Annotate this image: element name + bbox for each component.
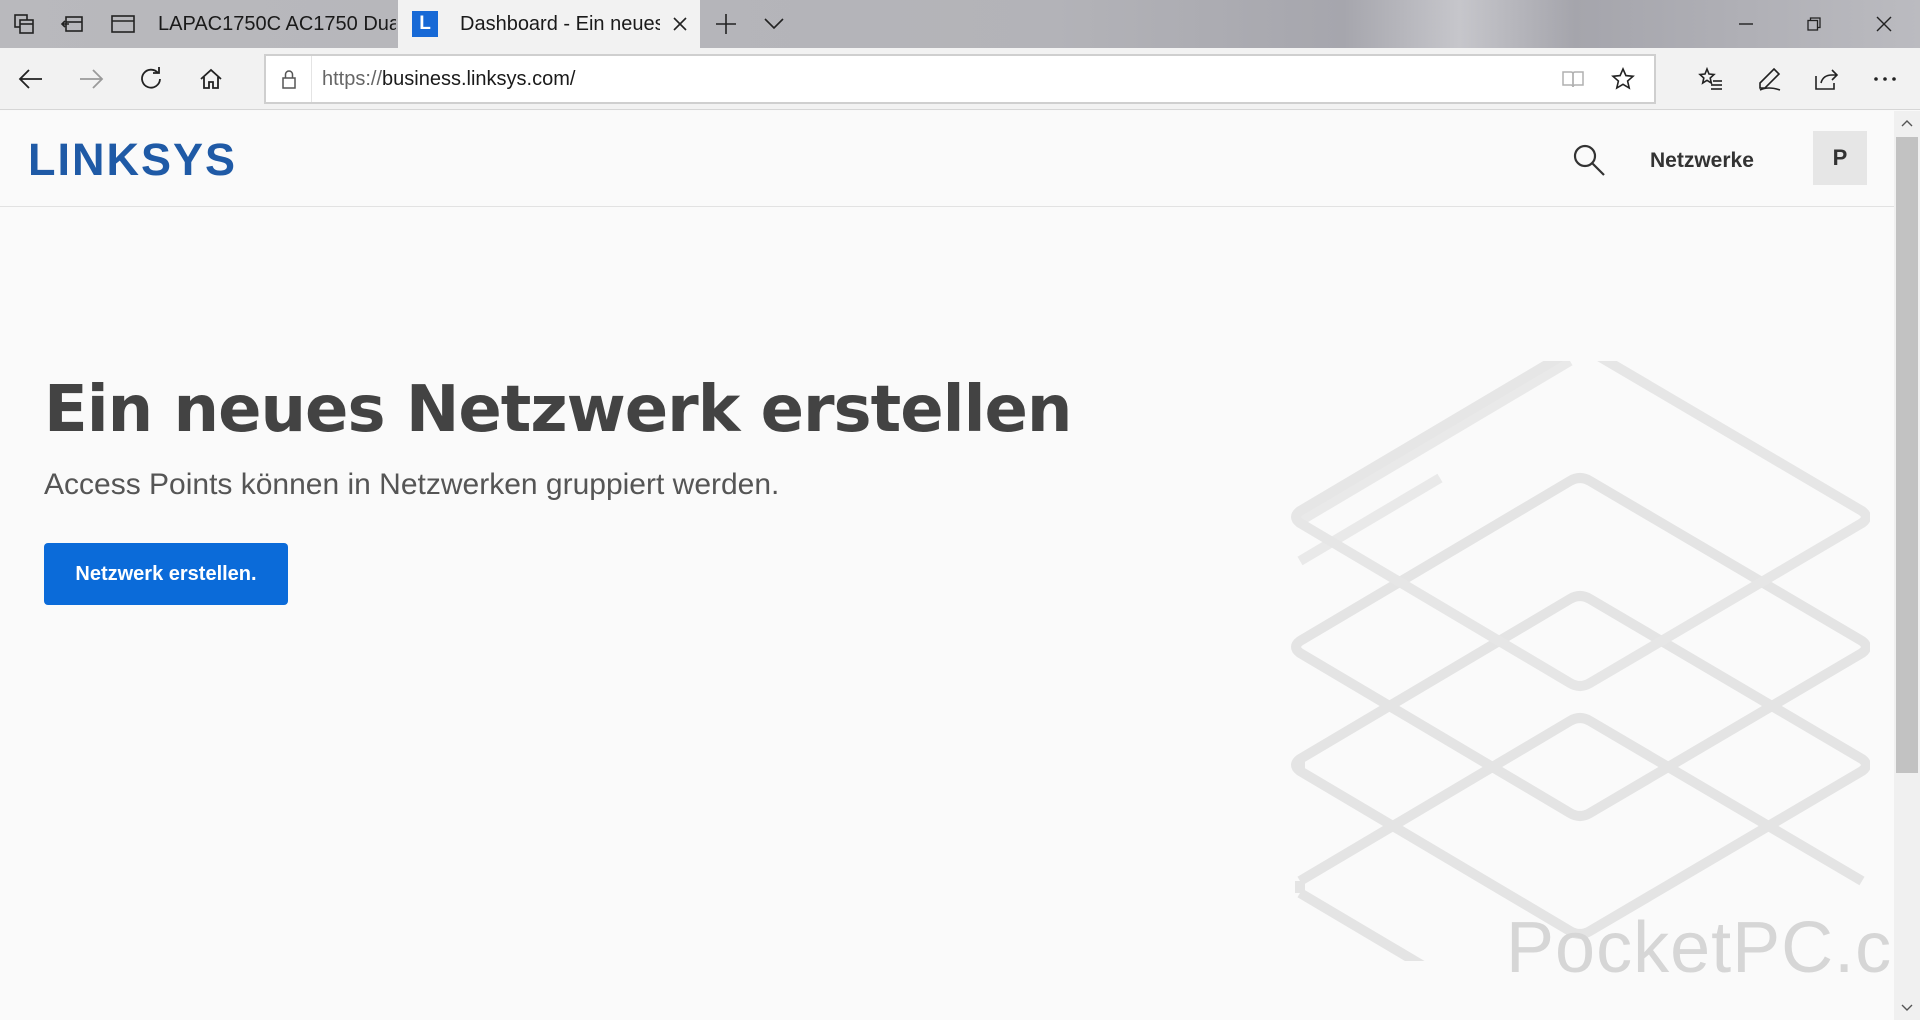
search-icon[interactable] — [1566, 137, 1612, 183]
avatar[interactable]: P — [1813, 131, 1867, 185]
watermark: PocketPC.ch — [1506, 908, 1894, 988]
url-text[interactable]: https://business.linksys.com/ — [322, 56, 575, 102]
restore-icon[interactable] — [1780, 0, 1848, 48]
scrollbar-thumb[interactable] — [1896, 137, 1918, 773]
page-title: Ein neues Netzwerk erstellen — [44, 373, 1072, 447]
share-icon[interactable] — [1802, 54, 1852, 104]
scroll-down-icon[interactable] — [1894, 996, 1920, 1020]
page-subtitle: Access Points können in Netzwerken grupp… — [44, 468, 780, 501]
favorite-star-icon[interactable] — [1600, 56, 1646, 102]
browser-toolbar: https://business.linksys.com/ — [0, 48, 1920, 110]
page-icon — [110, 11, 136, 37]
new-tab-icon[interactable] — [702, 0, 750, 48]
refresh-icon[interactable] — [126, 54, 176, 104]
linksys-favicon: L — [412, 11, 438, 37]
back-arrow-icon[interactable] — [6, 54, 56, 104]
close-window-icon[interactable] — [1850, 0, 1918, 48]
tab-lapac[interactable]: LAPAC1750C AC1750 Dual E — [98, 0, 396, 48]
reading-view-icon[interactable] — [1550, 56, 1596, 102]
tab-title: Dashboard - Ein neues N — [460, 12, 660, 35]
linksys-logo[interactable]: LINKSYS — [28, 137, 237, 182]
nav-link-netzwerke[interactable]: Netzwerke — [1650, 141, 1754, 181]
tab-preview-chevron-down-icon[interactable] — [750, 0, 798, 48]
browser-tab-bar: LAPAC1750C AC1750 Dual E L Dashboard - E… — [0, 0, 1920, 48]
forward-arrow-icon[interactable] — [66, 54, 116, 104]
home-icon[interactable] — [186, 54, 236, 104]
tab-manager-icon[interactable] — [0, 0, 48, 48]
create-network-button[interactable]: Netzwerk erstellen. — [44, 543, 288, 605]
site-header: LINKSYS Netzwerke P — [0, 111, 1894, 207]
scroll-up-icon[interactable] — [1894, 111, 1920, 135]
tab-dashboard[interactable]: L Dashboard - Ein neues N — [398, 0, 700, 48]
vertical-scrollbar[interactable] — [1894, 111, 1920, 1020]
web-page: LINKSYS Netzwerke P Ein neues Netzwerk e… — [0, 111, 1894, 1020]
more-options-icon[interactable] — [1860, 54, 1910, 104]
address-bar[interactable]: https://business.linksys.com/ — [264, 54, 1656, 104]
close-tab-icon[interactable] — [660, 0, 700, 48]
tab-title: LAPAC1750C AC1750 Dual E — [158, 12, 396, 35]
web-note-pen-icon[interactable] — [1744, 54, 1794, 104]
favorites-list-icon[interactable] — [1686, 54, 1736, 104]
set-tabs-aside-icon[interactable] — [48, 0, 96, 48]
network-layers-illustration — [1291, 361, 1870, 961]
lock-icon[interactable] — [266, 56, 312, 102]
minimize-icon[interactable] — [1712, 0, 1780, 48]
